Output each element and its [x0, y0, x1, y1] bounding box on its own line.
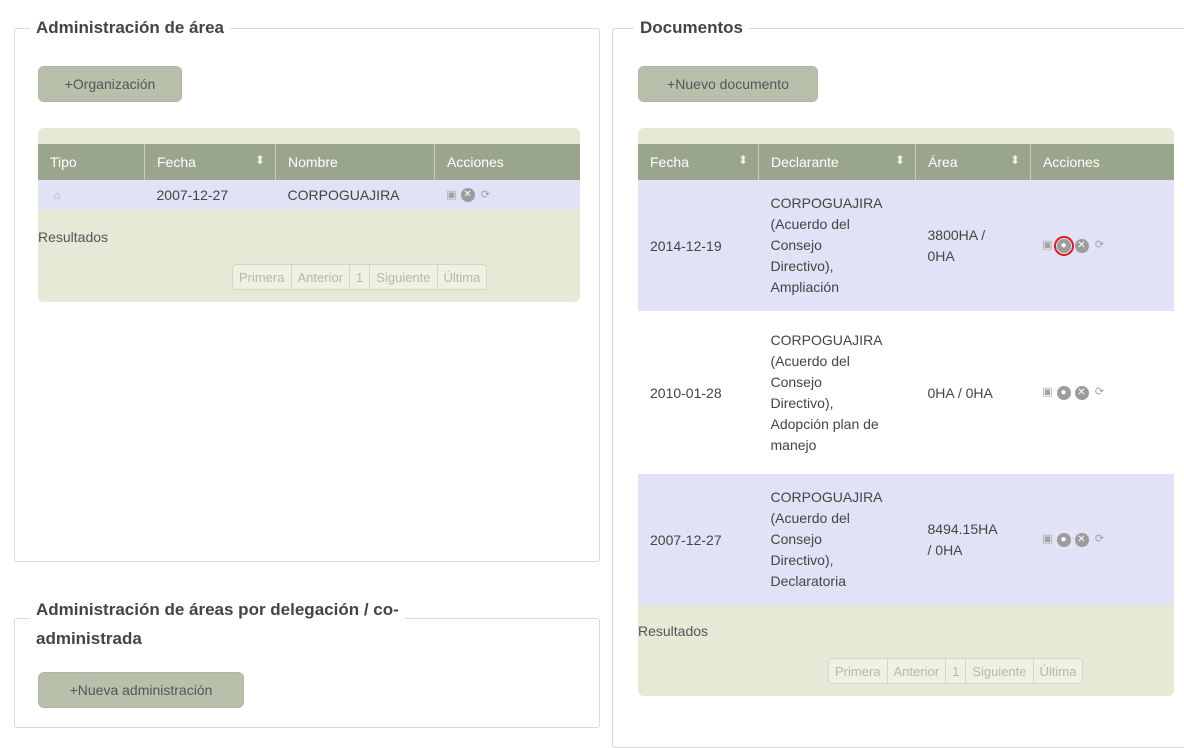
col-header-acciones: Acciones [434, 144, 580, 180]
area-line: / 0HA [927, 541, 963, 558]
acciones-cell: ▣ ● ✕ ⟳ [1030, 311, 1174, 474]
acciones-cell: ▣ ✕ ⟳ [434, 180, 580, 210]
lock-icon[interactable]: ▣ [1042, 534, 1052, 546]
sync-icon[interactable]: ⟳ [1093, 533, 1107, 547]
documents-grid: Fecha ⬍ Declarante ⬍ Área ⬍ Acciones 2014-1… [638, 128, 1174, 696]
home-icon: ⌂ [53, 190, 61, 203]
pager-first[interactable]: Primera [233, 265, 292, 289]
col-header-nombre: Nombre [275, 144, 435, 180]
declarante-line: manejo [770, 436, 817, 453]
declarante-line: Declaratoria [770, 573, 846, 589]
col-header-fecha-label: Fecha [157, 154, 196, 170]
add-administration-button[interactable]: +Nueva administración [38, 672, 244, 708]
view-icon[interactable]: ● [1053, 235, 1074, 256]
sync-icon[interactable]: ⟳ [1093, 239, 1107, 253]
pager-previous[interactable]: Anterior [292, 265, 351, 289]
delegated-admin-title-line1: Administración de áreas por delegación /… [36, 600, 399, 619]
table-row: 2014-12-19 CORPOGUAJIRA (Acuerdo del Con… [638, 180, 1174, 311]
pager-page[interactable]: 1 [350, 265, 371, 289]
area-admin-table: Tipo Fecha ⬍ Nombre Acciones ⌂ 2007-12-27… [38, 144, 580, 210]
delegated-admin-title: Administración de áreas por delegación /… [30, 595, 405, 653]
documents-title: Documentos [634, 18, 749, 38]
delete-icon[interactable]: ✕ [1074, 532, 1089, 547]
fecha-cell: 2007-12-27 [144, 180, 276, 210]
sort-icon[interactable]: ⬍ [1010, 153, 1020, 167]
pager-last[interactable]: Última [1034, 659, 1083, 683]
lock-icon[interactable]: ▣ [1042, 387, 1052, 399]
view-icon[interactable]: ● [1056, 385, 1071, 400]
declarante-cell: CORPOGUAJIRA (Acuerdo del Consejo Direct… [758, 180, 916, 311]
declarante-line: Directivo), [770, 552, 834, 568]
col-header-area[interactable]: Área ⬍ [915, 144, 1031, 180]
sort-icon[interactable]: ⬍ [895, 153, 905, 167]
declarante-line: (Acuerdo del [770, 510, 850, 526]
add-organization-button[interactable]: +Organización [38, 66, 182, 102]
col-header-acciones: Acciones [1030, 144, 1174, 180]
col-header-fecha[interactable]: Fecha ⬍ [638, 144, 759, 180]
area-admin-title: Administración de área [30, 18, 231, 38]
pager-next[interactable]: Siguiente [370, 265, 438, 289]
area-cell: 8494.15HA / 0HA [915, 474, 1031, 605]
declarante-line: Consejo [770, 373, 822, 390]
declarante-line: CORPOGUAJIRA [770, 331, 883, 348]
lock-icon[interactable]: ▣ [446, 189, 456, 201]
delete-icon[interactable]: ✕ [460, 188, 475, 202]
col-header-tipo: Tipo [38, 144, 145, 180]
delete-icon[interactable]: ✕ [1074, 385, 1089, 400]
area-line: 0HA [927, 247, 955, 264]
area-line: 3800HA / [927, 226, 986, 243]
sort-icon[interactable]: ⬍ [255, 153, 265, 167]
sync-icon[interactable]: ⟳ [1093, 386, 1107, 400]
declarante-cell: CORPOGUAJIRA (Acuerdo del Consejo Direct… [758, 474, 916, 605]
area-cell: 3800HA / 0HA [915, 180, 1031, 311]
sync-icon[interactable]: ⟳ [479, 188, 493, 202]
tipo-cell: ⌂ [38, 180, 145, 210]
view-icon[interactable]: ● [1056, 532, 1071, 547]
declarante-line: CORPOGUAJIRA [770, 195, 883, 211]
add-document-button[interactable]: +Nuevo documento [638, 66, 818, 102]
declarante-line: Directivo), [770, 394, 834, 411]
declarante-cell: CORPOGUAJIRA (Acuerdo del Consejo Direct… [758, 311, 916, 474]
area-cell: 0HA / 0HA [915, 311, 1031, 474]
declarante-line: Consejo [770, 237, 822, 253]
col-header-fecha[interactable]: Fecha ⬍ [144, 144, 276, 180]
fecha-cell: 2010-01-28 [638, 311, 759, 474]
pager-first[interactable]: Primera [829, 659, 888, 683]
documents-table: Fecha ⬍ Declarante ⬍ Área ⬍ Acciones 2014-1… [638, 144, 1174, 605]
fecha-cell: 2014-12-19 [638, 180, 759, 311]
nombre-cell: CORPOGUAJIRA [275, 180, 435, 210]
pager: Primera Anterior 1 Siguiente Última [232, 264, 488, 290]
area-line: 8494.15HA [927, 520, 998, 537]
declarante-line: Ampliación [770, 279, 839, 295]
col-header-declarante[interactable]: Declarante ⬍ [758, 144, 916, 180]
declarante-line: Consejo [770, 531, 822, 547]
table-row: 2010-01-28 CORPOGUAJIRA (Acuerdo del Con… [638, 311, 1174, 474]
acciones-cell: ▣ ● ✕ ⟳ [1030, 180, 1174, 311]
lock-icon[interactable]: ▣ [1042, 240, 1052, 252]
table-row: 2007-12-27 CORPOGUAJIRA (Acuerdo del Con… [638, 474, 1174, 605]
table-row: ⌂ 2007-12-27 CORPOGUAJIRA ▣ ✕ ⟳ [38, 180, 580, 210]
col-header-fecha-label: Fecha [650, 154, 689, 170]
results-label: Resultados [638, 623, 709, 639]
pager-last[interactable]: Última [438, 265, 487, 289]
pager-next[interactable]: Siguiente [966, 659, 1034, 683]
col-header-area-label: Área [928, 154, 958, 170]
delete-icon[interactable]: ✕ [1074, 238, 1089, 253]
fecha-cell: 2007-12-27 [638, 474, 759, 605]
pager-page[interactable]: 1 [946, 659, 967, 683]
declarante-line: (Acuerdo del [770, 216, 850, 232]
col-header-declarante-label: Declarante [771, 154, 839, 170]
pager-previous[interactable]: Anterior [888, 659, 947, 683]
declarante-line: Directivo), [770, 258, 834, 274]
declarante-line: CORPOGUAJIRA [770, 489, 883, 505]
results-label: Resultados [38, 229, 109, 245]
declarante-line: Adopción plan de [770, 415, 879, 432]
declarante-line: (Acuerdo del [770, 352, 850, 369]
pager: Primera Anterior 1 Siguiente Última [828, 658, 1084, 684]
delegated-admin-title-line2: administrada [36, 629, 142, 648]
acciones-cell: ▣ ● ✕ ⟳ [1030, 474, 1174, 605]
sort-icon[interactable]: ⬍ [738, 153, 748, 167]
